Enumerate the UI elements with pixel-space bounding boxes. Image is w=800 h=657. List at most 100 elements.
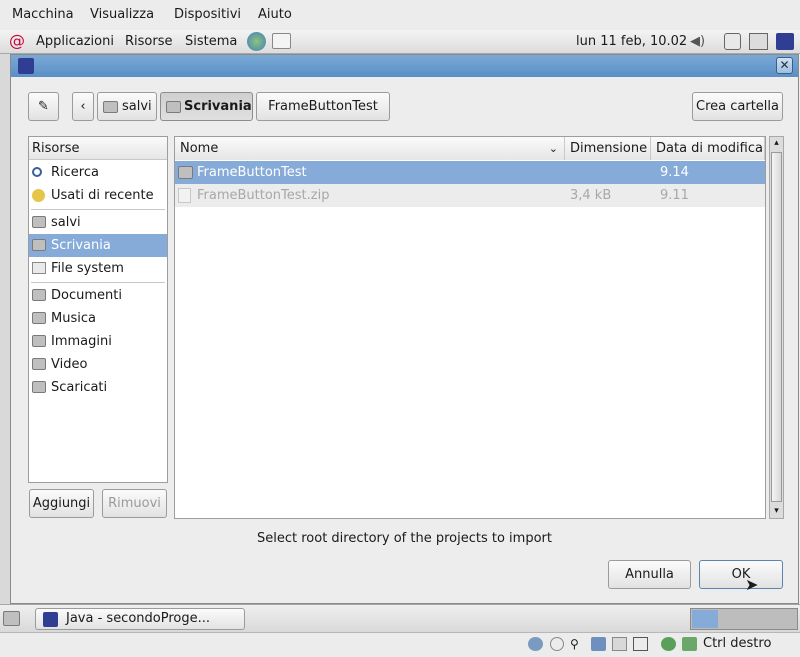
shared-folder-icon xyxy=(612,637,627,651)
column-header-size[interactable]: Dimensione xyxy=(565,137,651,160)
sidebar-item-music[interactable]: Musica xyxy=(29,307,167,330)
column-header-name[interactable]: Nome ⌄ xyxy=(175,137,565,160)
clock[interactable]: lun 11 feb, 10.02 xyxy=(576,30,687,53)
optical-drive-icon xyxy=(550,637,564,651)
mail-icon[interactable] xyxy=(272,33,291,49)
search-icon xyxy=(32,167,42,177)
file-chooser-dialog: ✕ ✎ ‹ salvi Scrivania FrameButtonTest Cr… xyxy=(10,54,799,604)
create-folder-button[interactable]: Crea cartella xyxy=(692,92,783,121)
downloads-folder-icon xyxy=(32,381,46,393)
remove-bookmark-button[interactable]: Rimuovi xyxy=(102,489,167,518)
path-button-desktop[interactable]: Scrivania xyxy=(160,92,253,121)
show-desktop-icon[interactable] xyxy=(3,611,20,626)
eclipse-window-icon xyxy=(18,58,34,74)
file-name: FrameButtonTest xyxy=(197,165,307,180)
taskbar-window-label: Java - secondoProge... xyxy=(66,611,211,626)
path-button-home[interactable]: salvi xyxy=(97,92,157,121)
path-button-label: FrameButtonTest xyxy=(268,99,378,114)
file-date: 9.14 xyxy=(660,165,689,180)
column-header-label: Dimensione xyxy=(570,141,648,156)
sidebar-item-filesystem[interactable]: File system xyxy=(29,257,167,280)
close-icon[interactable]: ✕ xyxy=(776,57,793,74)
sidebar-item-label: Scrivania xyxy=(51,238,111,253)
column-header-date[interactable]: Data di modifica xyxy=(651,137,765,160)
file-list-scrollbar[interactable]: ▴ ▾ xyxy=(769,136,784,519)
file-list: Nome ⌄ Dimensione Data di modifica Frame… xyxy=(174,136,766,519)
usb-icon: ⚲ xyxy=(570,637,579,651)
edit-location-button[interactable]: ✎ xyxy=(28,92,59,121)
file-date: 9.11 xyxy=(660,188,689,203)
vm-menubar: Macchina Visualizza Dispositivi Aiuto xyxy=(0,0,800,30)
sidebar-item-label: Scaricati xyxy=(51,380,108,395)
file-name: FrameButtonTest.zip xyxy=(197,188,330,203)
chevron-left-icon: ‹ xyxy=(80,99,86,114)
desktop-edge xyxy=(0,54,10,604)
sidebar-item-search[interactable]: Ricerca xyxy=(29,161,167,184)
vm-statusbar: ⚲ Ctrl destro xyxy=(0,632,800,657)
music-folder-icon xyxy=(32,312,46,324)
cancel-label: Annulla xyxy=(625,567,674,582)
network-icon[interactable] xyxy=(749,33,768,50)
eclipse-app-icon[interactable] xyxy=(776,33,794,50)
documents-folder-icon xyxy=(32,289,46,301)
archive-file-icon xyxy=(178,188,191,203)
ok-button[interactable]: OK xyxy=(699,560,783,589)
sidebar-item-home[interactable]: salvi xyxy=(29,211,167,234)
add-bookmark-button[interactable]: Aggiungi xyxy=(29,489,94,518)
hard-disk-icon xyxy=(528,637,543,651)
folder-icon xyxy=(178,166,193,179)
clock-icon xyxy=(32,189,45,202)
volume-icon[interactable]: ◀) xyxy=(690,34,710,49)
mouse-integration-icon xyxy=(661,637,676,651)
cancel-button[interactable]: Annulla xyxy=(608,560,691,589)
path-button-child[interactable]: FrameButtonTest xyxy=(256,92,390,121)
sidebar-item-label: salvi xyxy=(51,215,81,230)
remove-bookmark-label: Rimuovi xyxy=(108,496,161,511)
places-menu[interactable]: Risorse xyxy=(125,30,173,53)
applications-menu[interactable]: Applicazioni xyxy=(36,30,114,53)
workspace-switcher[interactable] xyxy=(690,608,798,630)
menu-visualizza[interactable]: Visualizza xyxy=(90,0,154,30)
places-header[interactable]: Risorse xyxy=(29,137,167,160)
sidebar-separator xyxy=(31,209,165,210)
file-row[interactable]: FrameButtonTest 9.14 xyxy=(175,161,765,184)
sidebar-item-pictures[interactable]: Immagini xyxy=(29,330,167,353)
sidebar-item-recent[interactable]: Usati di recente xyxy=(29,184,167,207)
create-folder-label: Crea cartella xyxy=(696,99,779,114)
search-icon[interactable] xyxy=(724,33,741,50)
home-folder-icon xyxy=(32,216,46,228)
add-bookmark-label: Aggiungi xyxy=(32,496,91,511)
column-header-label: Nome xyxy=(180,141,219,156)
path-button-label: salvi xyxy=(122,99,152,114)
menu-dispositivi[interactable]: Dispositivi xyxy=(174,0,241,30)
drive-icon xyxy=(32,262,46,274)
system-menu[interactable]: Sistema xyxy=(185,30,237,53)
menu-macchina[interactable]: Macchina xyxy=(12,0,74,30)
sidebar-item-videos[interactable]: Video xyxy=(29,353,167,376)
sidebar-separator xyxy=(31,282,165,283)
scrollbar-thumb[interactable] xyxy=(771,152,782,502)
menu-aiuto[interactable]: Aiuto xyxy=(258,0,292,30)
bottom-taskbar: Java - secondoProge... xyxy=(0,604,800,633)
sidebar-item-label: File system xyxy=(51,261,124,276)
taskbar-window-button[interactable]: Java - secondoProge... xyxy=(35,608,245,630)
eclipse-window-icon xyxy=(43,612,58,627)
dialog-message: Select root directory of the projects to… xyxy=(257,531,552,546)
network-adapter-icon xyxy=(591,637,606,651)
path-scroll-left-button[interactable]: ‹ xyxy=(72,92,94,121)
pictures-folder-icon xyxy=(32,335,46,347)
scroll-down-icon[interactable]: ▾ xyxy=(771,506,782,517)
sidebar-item-downloads[interactable]: Scaricati xyxy=(29,376,167,399)
desktop-folder-icon xyxy=(32,239,46,251)
sidebar-item-label: Immagini xyxy=(51,334,112,349)
sidebar-item-desktop[interactable]: Scrivania xyxy=(29,234,167,257)
keyboard-capture-icon xyxy=(682,637,697,651)
sidebar-item-documents[interactable]: Documenti xyxy=(29,284,167,307)
web-browser-icon[interactable] xyxy=(247,32,266,51)
sidebar-item-label: Usati di recente xyxy=(51,188,154,203)
workspace-1[interactable] xyxy=(692,610,718,628)
scroll-up-icon[interactable]: ▴ xyxy=(771,138,782,149)
dialog-titlebar[interactable]: ✕ xyxy=(11,55,798,77)
sort-chevron-down-icon: ⌄ xyxy=(548,142,558,155)
file-row[interactable]: FrameButtonTest.zip 3,4 kB 9.11 xyxy=(175,184,765,207)
